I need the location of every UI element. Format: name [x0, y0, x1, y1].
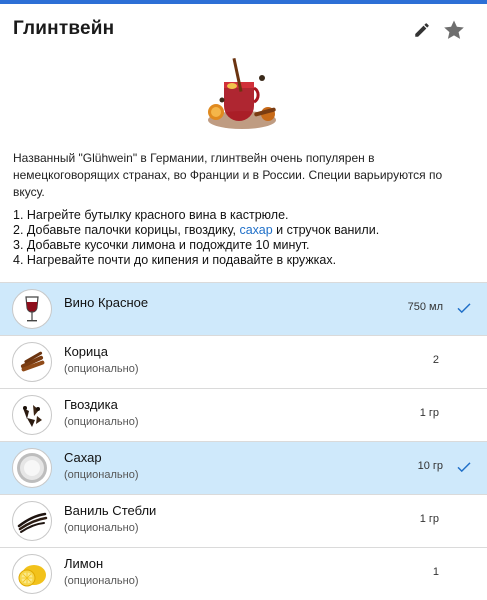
- ingredient-qty: 1 гр: [419, 407, 439, 419]
- ingredient-qty: 2: [432, 354, 439, 366]
- ingredient-name: Ваниль Стебли: [64, 503, 157, 518]
- lemon-icon: [12, 554, 52, 594]
- ingredient-row-clove[interactable]: Гвоздика (опционально) 1 гр: [0, 388, 487, 441]
- vanilla-icon: [12, 501, 52, 541]
- ingredient-row-cinnamon[interactable]: Корица (опционально) 2: [0, 335, 487, 388]
- sugar-icon: [12, 448, 52, 488]
- recipe-step: 1. Нагрейте бутылку красного вина в каст…: [13, 208, 289, 222]
- ingredient-name: Лимон: [64, 556, 104, 571]
- ingredient-name: Корица: [64, 344, 108, 359]
- ingredient-optional-note: (опционально): [64, 363, 139, 375]
- sugar-link[interactable]: сахар: [239, 223, 272, 237]
- mulled-wine-photo: [202, 52, 286, 136]
- clove-icon: [12, 395, 52, 435]
- recipe-step: 4. Нагревайте почти до кипения и подавай…: [13, 253, 337, 267]
- ingredient-row-vanilla[interactable]: Ваниль Стебли (опционально) 1 гр: [0, 494, 487, 547]
- ingredient-qty: 1: [432, 566, 439, 578]
- ingredient-name: Вино Красное: [64, 295, 149, 310]
- ingredient-optional-note: (опционально): [64, 416, 139, 428]
- app-header: Глинтвейн: [0, 4, 487, 54]
- pencil-icon: [415, 23, 429, 37]
- edit-button[interactable]: [408, 16, 436, 44]
- recipe-title: Глинтвейн: [13, 18, 115, 39]
- recipe-steps: 1. Нагрейте бутылку красного вина в каст…: [13, 208, 478, 268]
- ingredient-row-wine[interactable]: Вино Красное 750 мл: [0, 282, 487, 335]
- recipe-step: 3. Добавьте кусочки лимона и подождите 1…: [13, 238, 310, 252]
- ingredient-row-lemon[interactable]: Лимон (опционально) 1: [0, 547, 487, 600]
- favorite-button[interactable]: [440, 16, 468, 44]
- wine-glass-icon: [12, 289, 52, 329]
- recipe-description: Названный "Glühwein" в Германии, глинтве…: [13, 151, 443, 199]
- ingredient-list: Вино Красное 750 мл Корица (опционально)…: [0, 282, 487, 600]
- cinnamon-icon: [12, 342, 52, 382]
- check-icon: [457, 303, 471, 314]
- ingredient-optional-note: (опционально): [64, 575, 139, 587]
- recipe-step: 2. Добавьте палочки корицы, гвоздику, са…: [13, 223, 380, 237]
- ingredient-name: Гвоздика: [64, 397, 118, 412]
- check-icon: [457, 462, 471, 473]
- ingredient-name: Сахар: [64, 450, 102, 465]
- ingredient-qty: 10 гр: [417, 460, 443, 472]
- ingredient-optional-note: (опционально): [64, 469, 139, 481]
- ingredient-row-sugar[interactable]: Сахар (опционально) 10 гр: [0, 441, 487, 494]
- star-icon: [444, 20, 464, 39]
- ingredient-qty: 1 гр: [419, 513, 439, 525]
- ingredient-qty: 750 мл: [407, 301, 443, 313]
- ingredient-optional-note: (опционально): [64, 522, 139, 534]
